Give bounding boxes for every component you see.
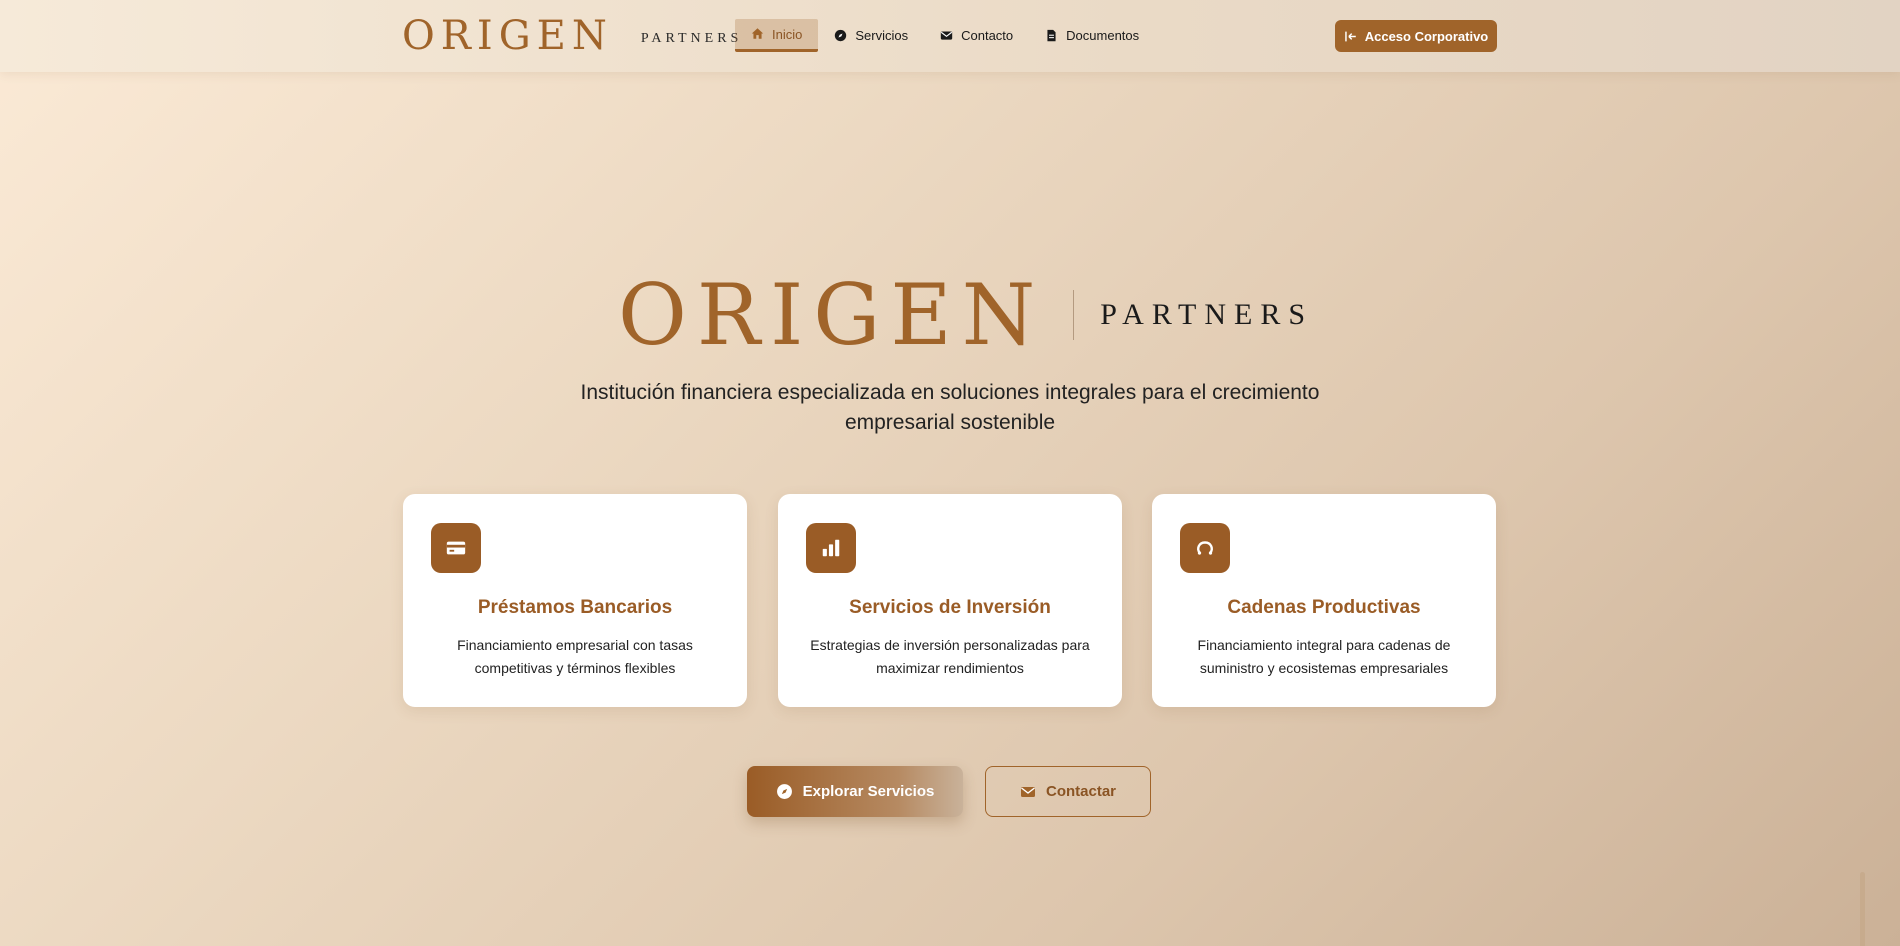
- sign-in-icon: [1344, 30, 1357, 43]
- scrollbar[interactable]: [1860, 872, 1865, 946]
- hero-logo-wordmark: ORIGEN: [618, 266, 1046, 364]
- nav-link-label: Contacto: [961, 28, 1014, 43]
- service-card-description: Financiamiento empresarial con tasas com…: [457, 637, 693, 676]
- hero-tagline: Institución financiera especializada en …: [580, 381, 1320, 434]
- nav-logo-wordmark: ORIGEN: [402, 13, 613, 59]
- service-card-loans[interactable]: Préstamos Bancarios Financiamiento empre…: [403, 494, 747, 707]
- navbar: ORIGEN PARTNERS Inicio Servicios Contact…: [0, 0, 1900, 72]
- nav-link-label: Inicio: [772, 26, 803, 42]
- home-icon: [751, 27, 765, 41]
- nav-link-label: Servicios: [855, 28, 909, 43]
- service-card-supply-chains[interactable]: Cadenas Productivas Financiamiento integ…: [1152, 494, 1496, 707]
- contact-label: Contactar: [1045, 783, 1116, 800]
- nav-link-label: Documentos: [1066, 28, 1140, 43]
- service-card-investment[interactable]: Servicios de Inversión Estrategias de in…: [778, 494, 1122, 707]
- bar-chart-icon: [806, 523, 856, 573]
- nav-logo-subtitle: PARTNERS: [640, 31, 743, 46]
- compass-icon: [776, 783, 793, 800]
- nav-link-servicios[interactable]: Servicios: [818, 19, 924, 52]
- main-nav: Inicio Servicios Contacto Documentos: [735, 19, 1155, 52]
- credit-card-icon: [431, 523, 481, 573]
- link-icon: [1180, 523, 1230, 573]
- document-icon: [1045, 29, 1059, 43]
- explore-services-label: Explorar Servicios: [802, 783, 935, 800]
- hero-logo: ORIGEN PARTNERS: [618, 272, 1313, 358]
- compass-icon: [834, 29, 848, 43]
- contact-button[interactable]: Contactar: [985, 766, 1151, 817]
- nav-link-inicio[interactable]: Inicio: [735, 19, 819, 52]
- nav-link-documentos[interactable]: Documentos: [1029, 19, 1155, 52]
- service-card-title: Cadenas Productivas: [1227, 597, 1421, 618]
- hero-logo-subtitle: PARTNERS: [1100, 298, 1314, 331]
- service-card-description: Financiamiento integral para cadenas de …: [1197, 637, 1451, 676]
- service-card-title: Préstamos Bancarios: [477, 597, 673, 618]
- service-card-title: Servicios de Inversión: [849, 597, 1051, 618]
- nav-logo[interactable]: ORIGEN PARTNERS: [402, 14, 742, 58]
- hero-logo-divider: [1073, 290, 1075, 340]
- envelope-icon: [940, 29, 954, 43]
- explore-services-button[interactable]: Explorar Servicios: [747, 766, 963, 817]
- corporate-access-label: Acceso Corporativo: [1364, 28, 1489, 44]
- service-card-description: Estrategias de inversión personalizadas …: [810, 637, 1090, 676]
- envelope-icon: [1020, 784, 1036, 800]
- corporate-access-button[interactable]: Acceso Corporativo: [1335, 20, 1497, 52]
- nav-link-contacto[interactable]: Contacto: [924, 19, 1029, 52]
